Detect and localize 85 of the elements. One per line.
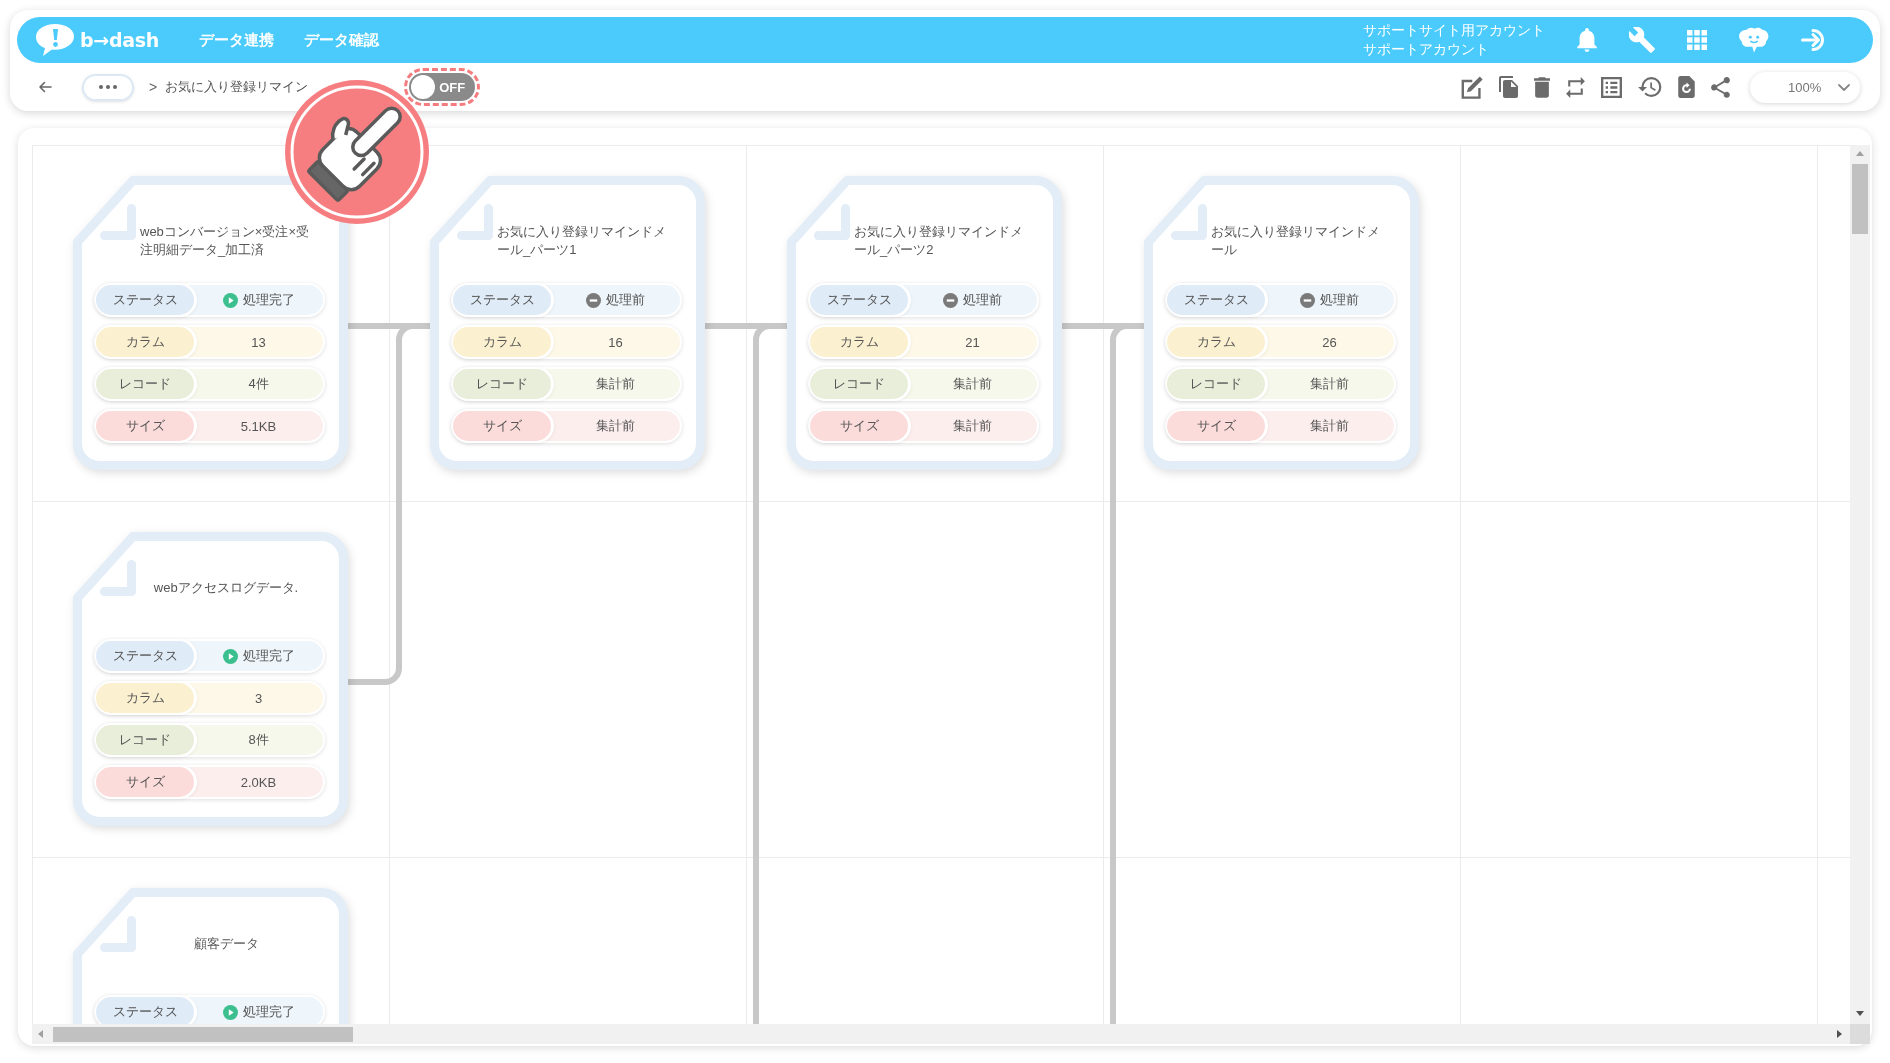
field-label: レコード: [1167, 369, 1265, 399]
field-label: カラム: [810, 327, 908, 357]
field-value: 13: [251, 334, 266, 350]
field-label: カラム: [96, 327, 194, 357]
folded-corner-icon: [100, 204, 136, 240]
scrollbar-corner: [1850, 1024, 1870, 1044]
field-label: レコード: [810, 369, 908, 399]
trash-icon[interactable]: [1534, 76, 1550, 98]
account-label: サポートサイト用アカウント: [1363, 21, 1545, 40]
vertical-scrollbar[interactable]: [1850, 145, 1870, 1024]
field-value: 集計前: [953, 375, 992, 393]
field-label: ステータス: [453, 285, 551, 315]
scrollbar-thumb[interactable]: [1852, 164, 1868, 234]
node-title: お気に入り登録リマインドメール: [1211, 223, 1381, 259]
nav-link[interactable]: データ連携: [199, 30, 274, 50]
arrow-left-icon[interactable]: [38, 1030, 43, 1038]
more-button[interactable]: [82, 73, 134, 101]
copy-icon[interactable]: [1499, 76, 1518, 98]
field-value: 処理完了: [242, 647, 295, 665]
field-value: 処理前: [963, 291, 1002, 309]
field-label: サイズ: [453, 411, 551, 441]
field-label: レコード: [453, 369, 551, 399]
history-icon[interactable]: [1638, 77, 1662, 97]
share-icon[interactable]: [1711, 76, 1730, 98]
field-value: 集計前: [596, 375, 635, 393]
edit-icon[interactable]: [1461, 75, 1483, 99]
field-value: 5.1KB: [240, 418, 277, 434]
field-label: カラム: [96, 683, 194, 713]
field-label: ステータス: [810, 285, 908, 315]
field-label: レコード: [96, 369, 194, 399]
user-name: サポートアカウント: [1363, 40, 1490, 59]
speech-bubble-icon: [35, 23, 75, 57]
field-value: 処理前: [1320, 291, 1359, 309]
field-label: サイズ: [1167, 411, 1265, 441]
field-value: 集計前: [1310, 375, 1349, 393]
folded-corner-icon: [814, 204, 850, 240]
scrollbar-thumb[interactable]: [53, 1026, 353, 1042]
field-value: 処理完了: [242, 1003, 295, 1021]
field-label: サイズ: [96, 411, 194, 441]
field-value: 16: [608, 334, 623, 350]
ellipsis-icon: [99, 85, 117, 89]
horizontal-scrollbar[interactable]: [32, 1024, 1850, 1044]
field-label: サイズ: [96, 767, 194, 797]
field-label: ステータス: [96, 285, 194, 315]
breadcrumb-title: お気に入り登録リマイン: [165, 78, 309, 96]
breadcrumb-separator: >: [149, 79, 158, 95]
field-value: 集計前: [1310, 417, 1349, 435]
list-icon[interactable]: [1601, 76, 1622, 98]
field-label: レコード: [96, 725, 194, 755]
arrow-down-icon[interactable]: [1856, 1011, 1864, 1016]
document-refresh-icon[interactable]: [1678, 76, 1695, 98]
back-arrow-icon[interactable]: [38, 81, 52, 93]
folded-corner-icon: [100, 560, 136, 596]
field-value: 集計前: [596, 417, 635, 435]
nav-link[interactable]: データ確認: [304, 30, 379, 50]
field-value: 2.0KB: [240, 774, 277, 790]
field-value: 処理完了: [242, 291, 295, 309]
folded-corner-icon: [1171, 204, 1207, 240]
node-title: お気に入り登録リマインドメール_パーツ2: [854, 223, 1024, 259]
toggle-switch[interactable]: OFF: [409, 73, 476, 101]
node-title: webコンバージョン×受注×受注明細データ_加工済: [140, 223, 311, 259]
field-label: カラム: [1167, 327, 1265, 357]
arrow-right-icon[interactable]: [1837, 1030, 1842, 1038]
chevron-down-icon: [1838, 83, 1850, 91]
repeat-arrows-icon[interactable]: [1566, 75, 1585, 99]
logo-text: b→dash: [80, 29, 159, 51]
zoom-select[interactable]: 100%: [1750, 71, 1860, 103]
field-label: ステータス: [1167, 285, 1265, 315]
field-label: ステータス: [96, 997, 194, 1024]
node-title: お気に入り登録リマインドメール_パーツ1: [497, 223, 667, 259]
node-title: 顧客データ: [193, 935, 259, 953]
field-value: 21: [965, 334, 980, 350]
field-value: 26: [1322, 334, 1337, 350]
field-value: 処理前: [606, 291, 645, 309]
field-label: カラム: [453, 327, 551, 357]
field-label: ステータス: [96, 641, 194, 671]
node-title: webアクセスログデータ.: [153, 579, 299, 597]
arrow-up-icon[interactable]: [1856, 151, 1864, 156]
field-label: サイズ: [810, 411, 908, 441]
field-value: 集計前: [953, 417, 992, 435]
folded-corner-icon: [100, 916, 136, 952]
field-value: 4件: [248, 375, 269, 393]
field-value: 3: [254, 690, 263, 706]
field-value: 8件: [248, 731, 269, 749]
folded-corner-icon: [457, 204, 493, 240]
